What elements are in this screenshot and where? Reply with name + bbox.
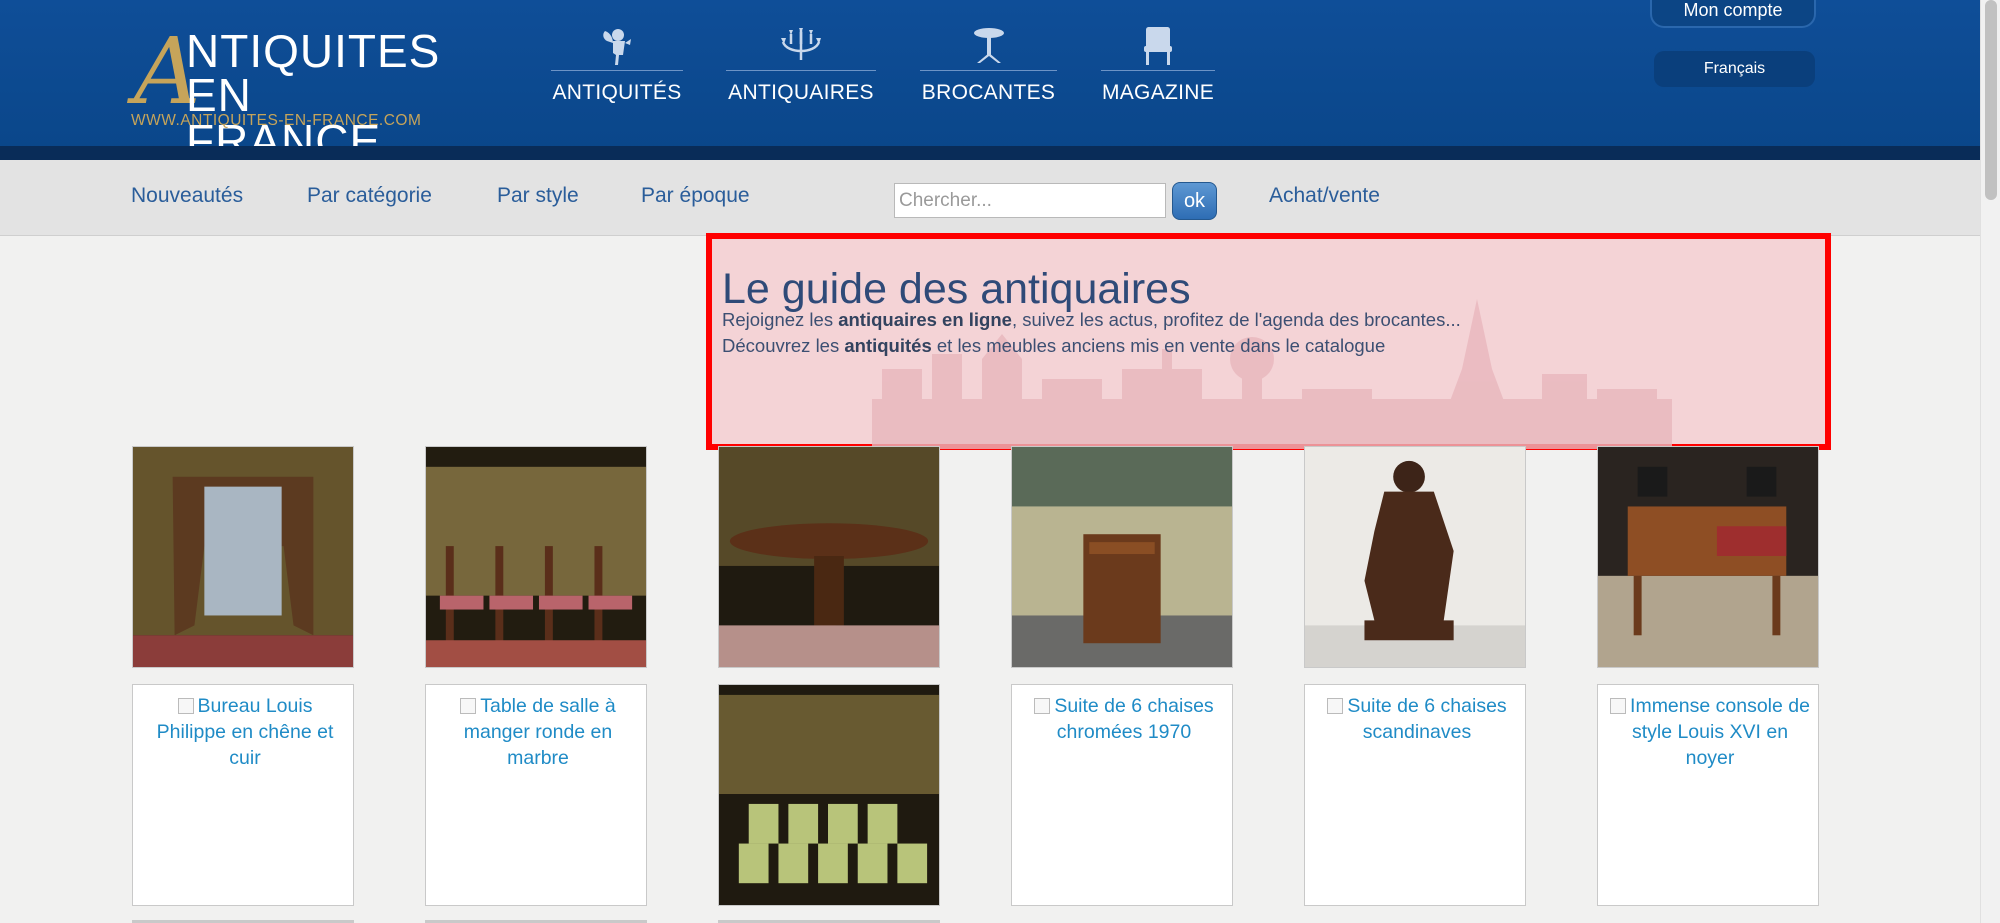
product-image — [426, 447, 646, 667]
subnav-par-epoque[interactable]: Par époque — [641, 184, 750, 208]
search-input[interactable] — [894, 183, 1166, 218]
product-photo[interactable] — [132, 446, 354, 668]
nav-antiquaires[interactable]: ANTIQUAIRES — [726, 22, 876, 105]
scrollbar-thumb[interactable] — [1985, 0, 1997, 200]
subnav-achat-vente[interactable]: Achat/vente — [1269, 184, 1380, 208]
armchair-icon — [1128, 22, 1188, 70]
product-alt-text[interactable]: Immense console de style Louis XVI en no… — [1606, 693, 1814, 771]
product-title: Table de salle à manger ronde en marbre — [463, 695, 616, 769]
site-header: A NTIQUITES EN FRANCE WWW.ANTIQUITES-EN-… — [0, 0, 1980, 165]
product-photo[interactable] — [1304, 446, 1526, 668]
hero-link-antiquites[interactable]: antiquités — [844, 335, 931, 356]
product-title: Suite de 6 chaises scandinaves — [1347, 695, 1507, 743]
product-image — [133, 447, 353, 667]
product-photo[interactable] — [718, 684, 940, 906]
product-photo[interactable] — [1597, 446, 1819, 668]
broken-image-icon — [460, 698, 477, 714]
broken-image-icon — [177, 698, 194, 714]
logo-line-1: NTIQUITES — [186, 25, 441, 77]
nav-magazine[interactable]: MAGAZINE — [1101, 22, 1215, 105]
product-image — [719, 685, 939, 905]
hero-title: Le guide des antiquaires — [722, 265, 1191, 313]
hero-banner: Le guide des antiquaires Rejoignez les a… — [706, 233, 1831, 450]
product-alt-text[interactable]: Suite de 6 chaises scandinaves — [1313, 693, 1521, 745]
product-card[interactable]: Bureau Louis Philippe en chêne et cuir — [132, 684, 354, 906]
product-card[interactable]: Table de salle à manger ronde en marbre — [425, 684, 647, 906]
hero-link-antiquaires[interactable]: antiquaires en ligne — [838, 309, 1012, 330]
subnav-nouveautes[interactable]: Nouveautés — [131, 184, 243, 208]
broken-image-icon — [1034, 698, 1051, 714]
page-scrollbar[interactable] — [1980, 0, 2000, 923]
product-alt-text[interactable]: Table de salle à manger ronde en marbre — [434, 693, 642, 771]
product-image — [1305, 447, 1525, 667]
hero-text: , suivez les actus, profitez de l'agenda… — [1011, 309, 1461, 330]
nav-antiquites[interactable]: ANTIQUITÉS — [551, 22, 683, 105]
hero-line-1: Rejoignez les antiquaires en ligne, suiv… — [722, 309, 1461, 331]
product-card[interactable]: Suite de 6 chaises scandinaves — [1304, 684, 1526, 906]
hero-text: Découvrez les — [722, 335, 845, 356]
hero-text: Rejoignez les — [722, 309, 839, 330]
nav-label: MAGAZINE — [1101, 81, 1215, 104]
cherub-icon — [587, 22, 647, 70]
broken-image-icon — [1327, 698, 1344, 714]
site-logo[interactable]: A NTIQUITES EN FRANCE WWW.ANTIQUITES-EN-… — [128, 22, 448, 165]
chandelier-icon — [771, 22, 831, 70]
subnav-par-categorie[interactable]: Par catégorie — [307, 184, 432, 208]
sub-navigation: Nouveautés Par catégorie Par style Par é… — [0, 160, 1980, 236]
hero-text: et les meubles anciens mis en vente dans… — [931, 335, 1386, 356]
nav-rule — [1101, 70, 1215, 71]
nav-label: BROCANTES — [921, 81, 1056, 104]
product-photo[interactable] — [425, 446, 647, 668]
logo-url: WWW.ANTIQUITES-EN-FRANCE.COM — [131, 112, 422, 129]
product-alt-text[interactable]: Bureau Louis Philippe en chêne et cuir — [141, 693, 349, 771]
nav-rule — [920, 70, 1057, 71]
product-card[interactable]: Immense console de style Louis XVI en no… — [1597, 684, 1819, 906]
account-button[interactable]: Mon compte — [1650, 0, 1816, 28]
nav-label: ANTIQUAIRES — [728, 81, 874, 104]
product-image — [719, 447, 939, 667]
subnav-par-style[interactable]: Par style — [497, 184, 579, 208]
nav-label: ANTIQUITÉS — [552, 81, 682, 104]
pedestal-table-icon — [959, 22, 1019, 70]
hero-line-2: Découvrez les antiquités et les meubles … — [722, 335, 1385, 357]
broken-image-icon — [1610, 698, 1627, 714]
nav-brocantes[interactable]: BROCANTES — [920, 22, 1057, 105]
product-image — [1012, 447, 1232, 667]
search-button[interactable]: ok — [1172, 182, 1217, 220]
product-photo[interactable] — [718, 446, 940, 668]
product-photo[interactable] — [1011, 446, 1233, 668]
nav-rule — [551, 70, 683, 71]
product-card[interactable]: Suite de 6 chaises chromées 1970 — [1011, 684, 1233, 906]
header-band — [0, 146, 1980, 160]
product-alt-text[interactable]: Suite de 6 chaises chromées 1970 — [1020, 693, 1228, 745]
product-title: Suite de 6 chaises chromées 1970 — [1054, 695, 1214, 743]
nav-rule — [726, 70, 876, 71]
language-selector[interactable]: Français — [1654, 51, 1815, 87]
product-image — [1598, 447, 1818, 667]
product-title: Immense console de style Louis XVI en no… — [1630, 695, 1810, 769]
